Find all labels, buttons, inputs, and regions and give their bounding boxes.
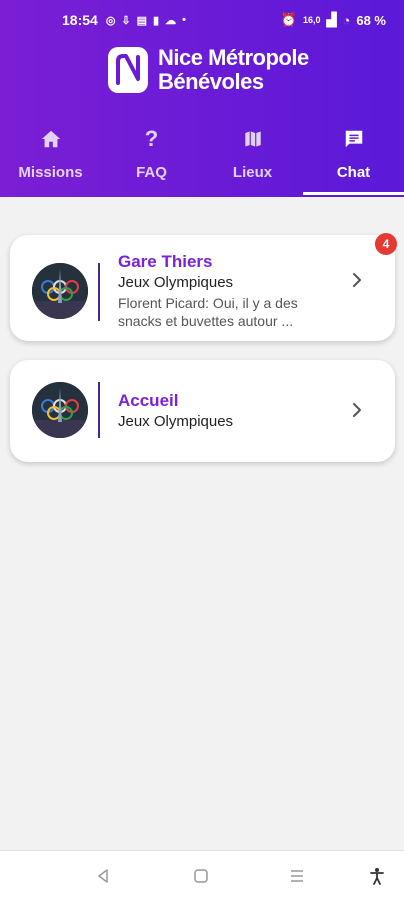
alarm-icon: ⏰: [280, 12, 297, 27]
back-icon[interactable]: [94, 867, 112, 885]
tab-missions[interactable]: Missions: [0, 122, 101, 197]
chat-preview-line1: Florent Picard: Oui, il y a des: [118, 295, 298, 311]
tab-label: FAQ: [136, 164, 167, 181]
tab-lieux[interactable]: Lieux: [202, 122, 303, 197]
brand-name-line2: Bénévoles: [158, 69, 264, 94]
brand-logo-icon: [108, 47, 148, 93]
bank-icon: ▤: [136, 14, 148, 27]
accessibility-icon[interactable]: [368, 867, 386, 885]
chat-subtitle: Jeux Olympiques: [118, 274, 234, 291]
battery-level: 68 %: [356, 12, 386, 28]
home-button-icon[interactable]: [192, 867, 210, 885]
home-icon: [38, 126, 64, 152]
chevron-right-icon: [353, 403, 361, 417]
chat-title: Accueil: [118, 391, 179, 410]
active-tab-indicator: [303, 192, 404, 195]
chat-preview-line2: snacks et buvettes autour ...: [118, 313, 294, 329]
map-icon: [240, 126, 266, 152]
status-time: 18:54: [62, 12, 98, 28]
brand-name-line1: Nice Métropole: [158, 45, 309, 70]
dot-icon: •: [182, 14, 186, 26]
signal-icon: ▟: [326, 12, 337, 27]
card-divider: [98, 382, 100, 438]
chevron-right-icon: [353, 273, 361, 287]
system-nav-bar: [0, 850, 404, 900]
tab-faq[interactable]: ? FAQ: [101, 122, 202, 197]
network-speed: 16,0: [302, 15, 321, 25]
chat-subtitle: Jeux Olympiques: [118, 413, 234, 430]
card-divider: [98, 263, 100, 321]
chat-item-accueil[interactable]: Accueil Jeux Olympiques: [10, 360, 395, 462]
app-header: 18:54 ◎ ⇩ ▤ ▮ ☁ • ⏰ 16,0 ▟ ◔ 68 % Nice M…: [0, 0, 404, 197]
unread-badge: 4: [375, 233, 397, 255]
brand: Nice Métropole Bénévoles: [108, 46, 309, 94]
chat-item-gare-thiers[interactable]: Gare Thiers Jeux Olympiques Florent Pica…: [10, 233, 397, 341]
whatsapp-icon: ◎: [105, 14, 116, 27]
tab-chat[interactable]: Chat: [303, 122, 404, 197]
chat-icon: [341, 126, 367, 152]
olympic-rings-avatar: [32, 382, 88, 438]
tab-label: Chat: [336, 164, 371, 181]
recents-icon[interactable]: [288, 867, 306, 885]
battery-icon: ◔: [342, 12, 351, 28]
download-icon: ⇩: [121, 14, 131, 27]
tab-label: Missions: [18, 164, 83, 181]
chat-title: Gare Thiers: [118, 252, 213, 271]
status-bar: 18:54 ◎ ⇩ ▤ ▮ ☁ • ⏰ 16,0 ▟ ◔ 68 %: [0, 0, 404, 40]
app-icon: ▮: [153, 14, 160, 27]
olympic-rings-avatar: [32, 263, 88, 319]
cloud-icon: ☁: [165, 14, 177, 27]
notification-icons: ◎ ⇩ ▤ ▮ ☁ •: [106, 14, 186, 27]
tab-bar: Missions ? FAQ Lieux Chat: [0, 122, 404, 197]
tab-label: Lieux: [232, 164, 273, 181]
question-icon: ?: [144, 126, 159, 151]
